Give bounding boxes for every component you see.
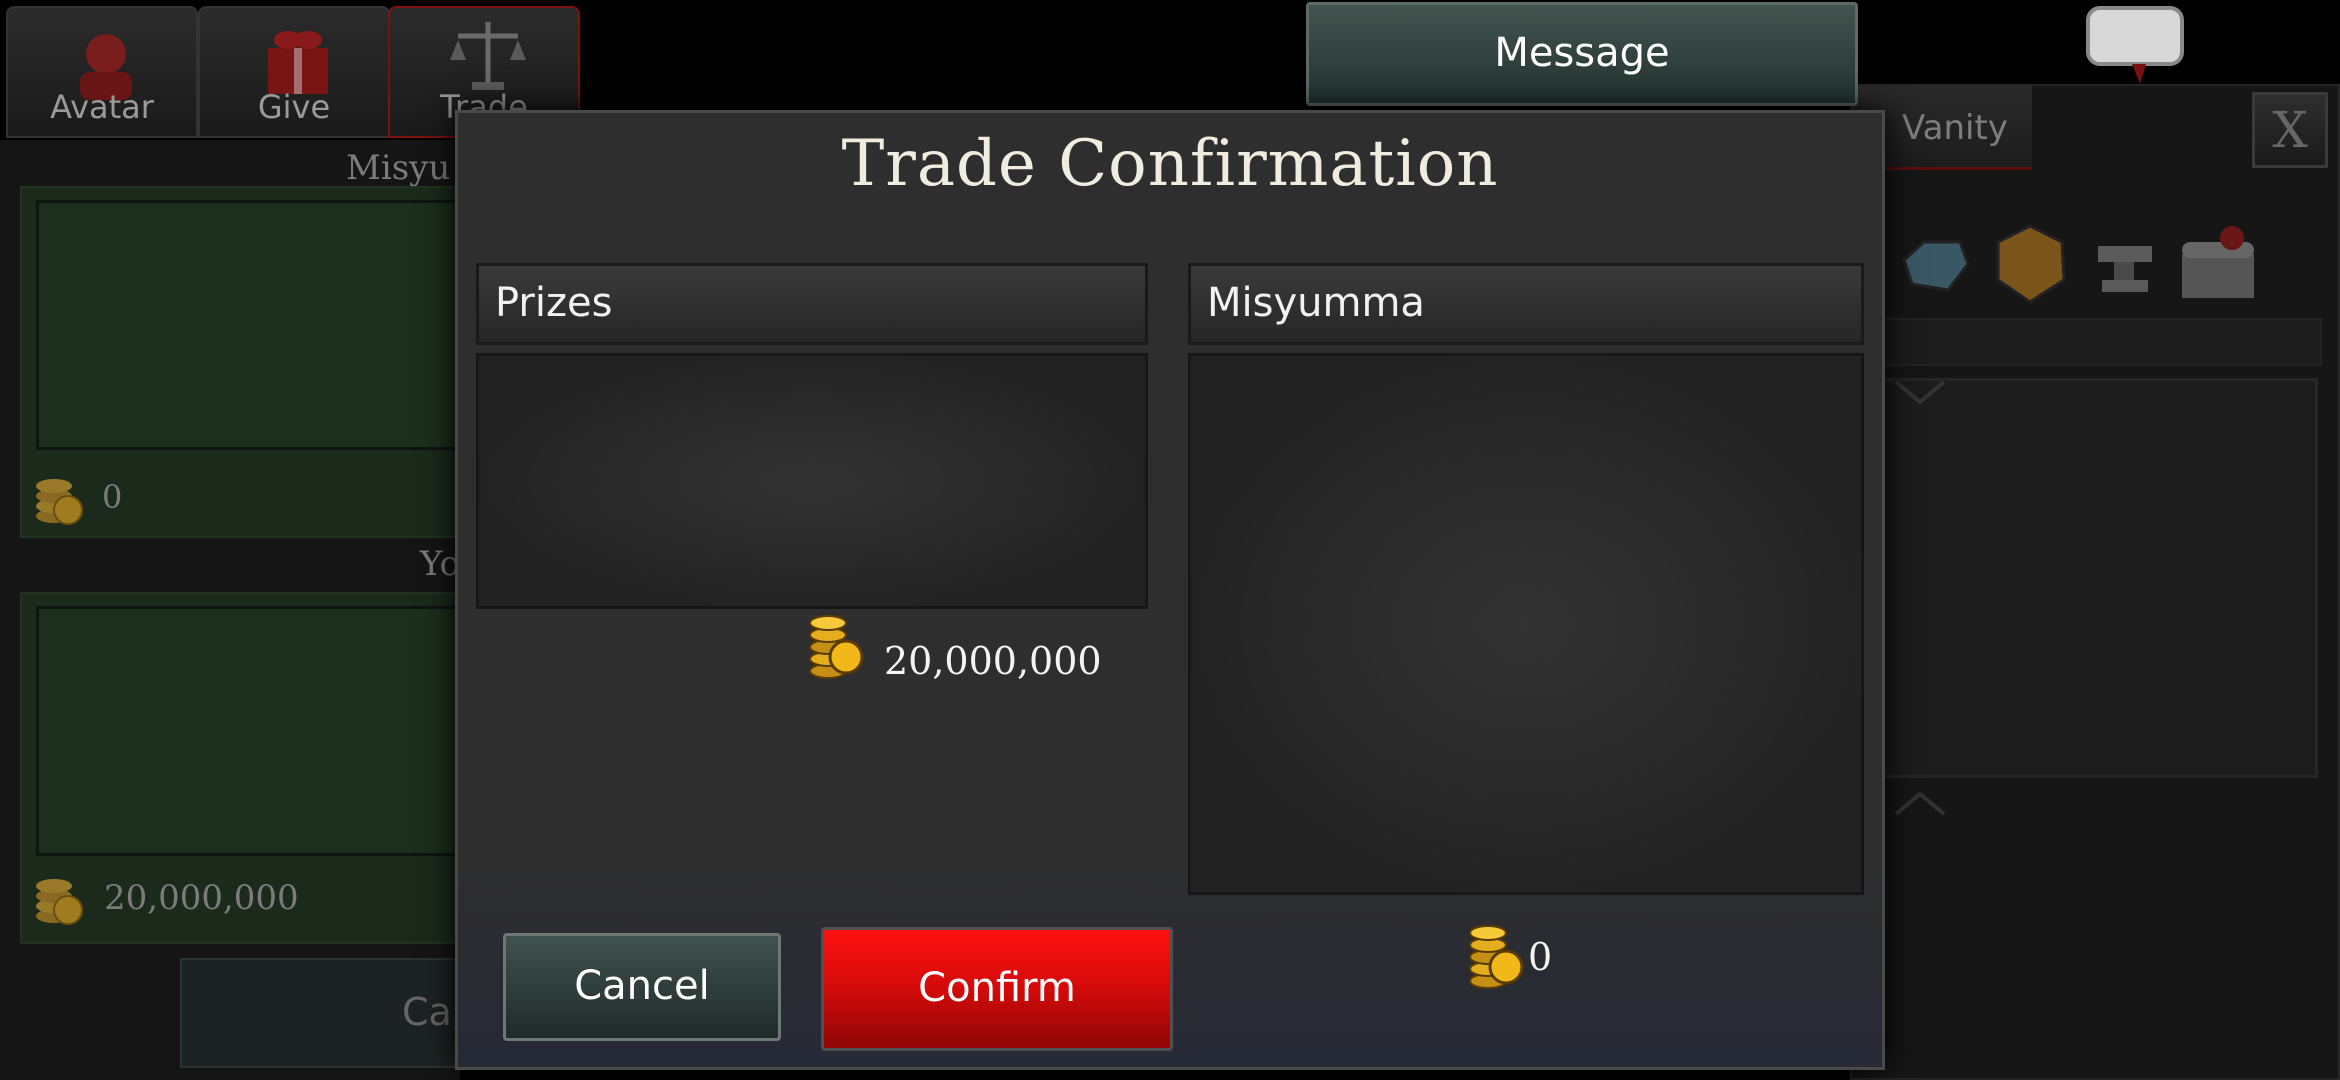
chevron-up-icon[interactable]	[1890, 788, 1950, 818]
anvil-icon[interactable]	[2082, 232, 2166, 302]
partner-coins-value: 0	[102, 478, 123, 516]
message-button-label: Message	[1494, 30, 1670, 76]
confirm-button[interactable]: Confirm	[821, 927, 1173, 1051]
cancel-button[interactable]: Cancel	[503, 933, 781, 1041]
partner-coins-value: 0	[1528, 935, 1553, 979]
close-button[interactable]: X	[2252, 92, 2328, 168]
tab-avatar[interactable]: Avatar	[6, 6, 198, 138]
prizes-coins-value: 20,000,000	[884, 639, 1102, 683]
background-cancel-label: Ca	[402, 990, 452, 1034]
background-cancel-button[interactable]: Ca	[180, 958, 480, 1068]
tab-vanity-label: Vanity	[1902, 108, 2008, 148]
coin-stack-icon	[36, 879, 83, 925]
prizes-item-area[interactable]	[476, 353, 1148, 609]
coin-stack-icon	[36, 479, 83, 525]
amber-icon[interactable]	[1990, 222, 2070, 308]
trade-panel: Misyu 0 Yo 20,000,000 Ca	[0, 140, 480, 1080]
your-coins-value: 20,000,000	[104, 878, 299, 918]
partner-header-label: Misyumma	[1207, 280, 1425, 326]
your-item-slots[interactable]	[36, 606, 462, 856]
partner-header: Misyumma	[1188, 263, 1864, 345]
scales-icon	[450, 22, 526, 90]
tab-give[interactable]: Give	[198, 6, 390, 138]
prizes-header-label: Prizes	[495, 280, 613, 326]
trade-confirmation-dialog: Trade Confirmation Prizes 20,000,000 Mis…	[455, 110, 1885, 1070]
coin-stack-icon	[809, 615, 864, 679]
cancel-button-label: Cancel	[574, 963, 710, 1009]
inventory-search-bar[interactable]	[1862, 318, 2322, 366]
close-icon: X	[2272, 101, 2308, 159]
partner-offer-area: 0	[20, 186, 462, 538]
coin-stack-icon	[1469, 925, 1524, 989]
gem-icon[interactable]	[1894, 230, 1974, 300]
treasure-chest-icon[interactable]	[2174, 220, 2264, 306]
inventory-list[interactable]	[1862, 378, 2318, 778]
partner-name-label: Misyu	[346, 148, 451, 188]
confirm-button-label: Confirm	[918, 965, 1076, 1011]
chevron-down-icon[interactable]	[1890, 378, 1950, 408]
prizes-header: Prizes	[476, 263, 1148, 345]
tab-give-label: Give	[257, 88, 331, 126]
message-button[interactable]: Message	[1306, 2, 1858, 106]
your-offer-area: 20,000,000	[20, 592, 462, 944]
speech-bubble-icon[interactable]	[2084, 4, 2186, 88]
you-label: Yo	[420, 544, 460, 584]
partner-item-area[interactable]	[1188, 353, 1864, 895]
dialog-title: Trade Confirmation	[841, 127, 1499, 201]
partner-item-slots[interactable]	[36, 200, 462, 450]
inventory-panel: Vanity X	[1850, 84, 2340, 1080]
tab-avatar-label: Avatar	[50, 88, 154, 126]
